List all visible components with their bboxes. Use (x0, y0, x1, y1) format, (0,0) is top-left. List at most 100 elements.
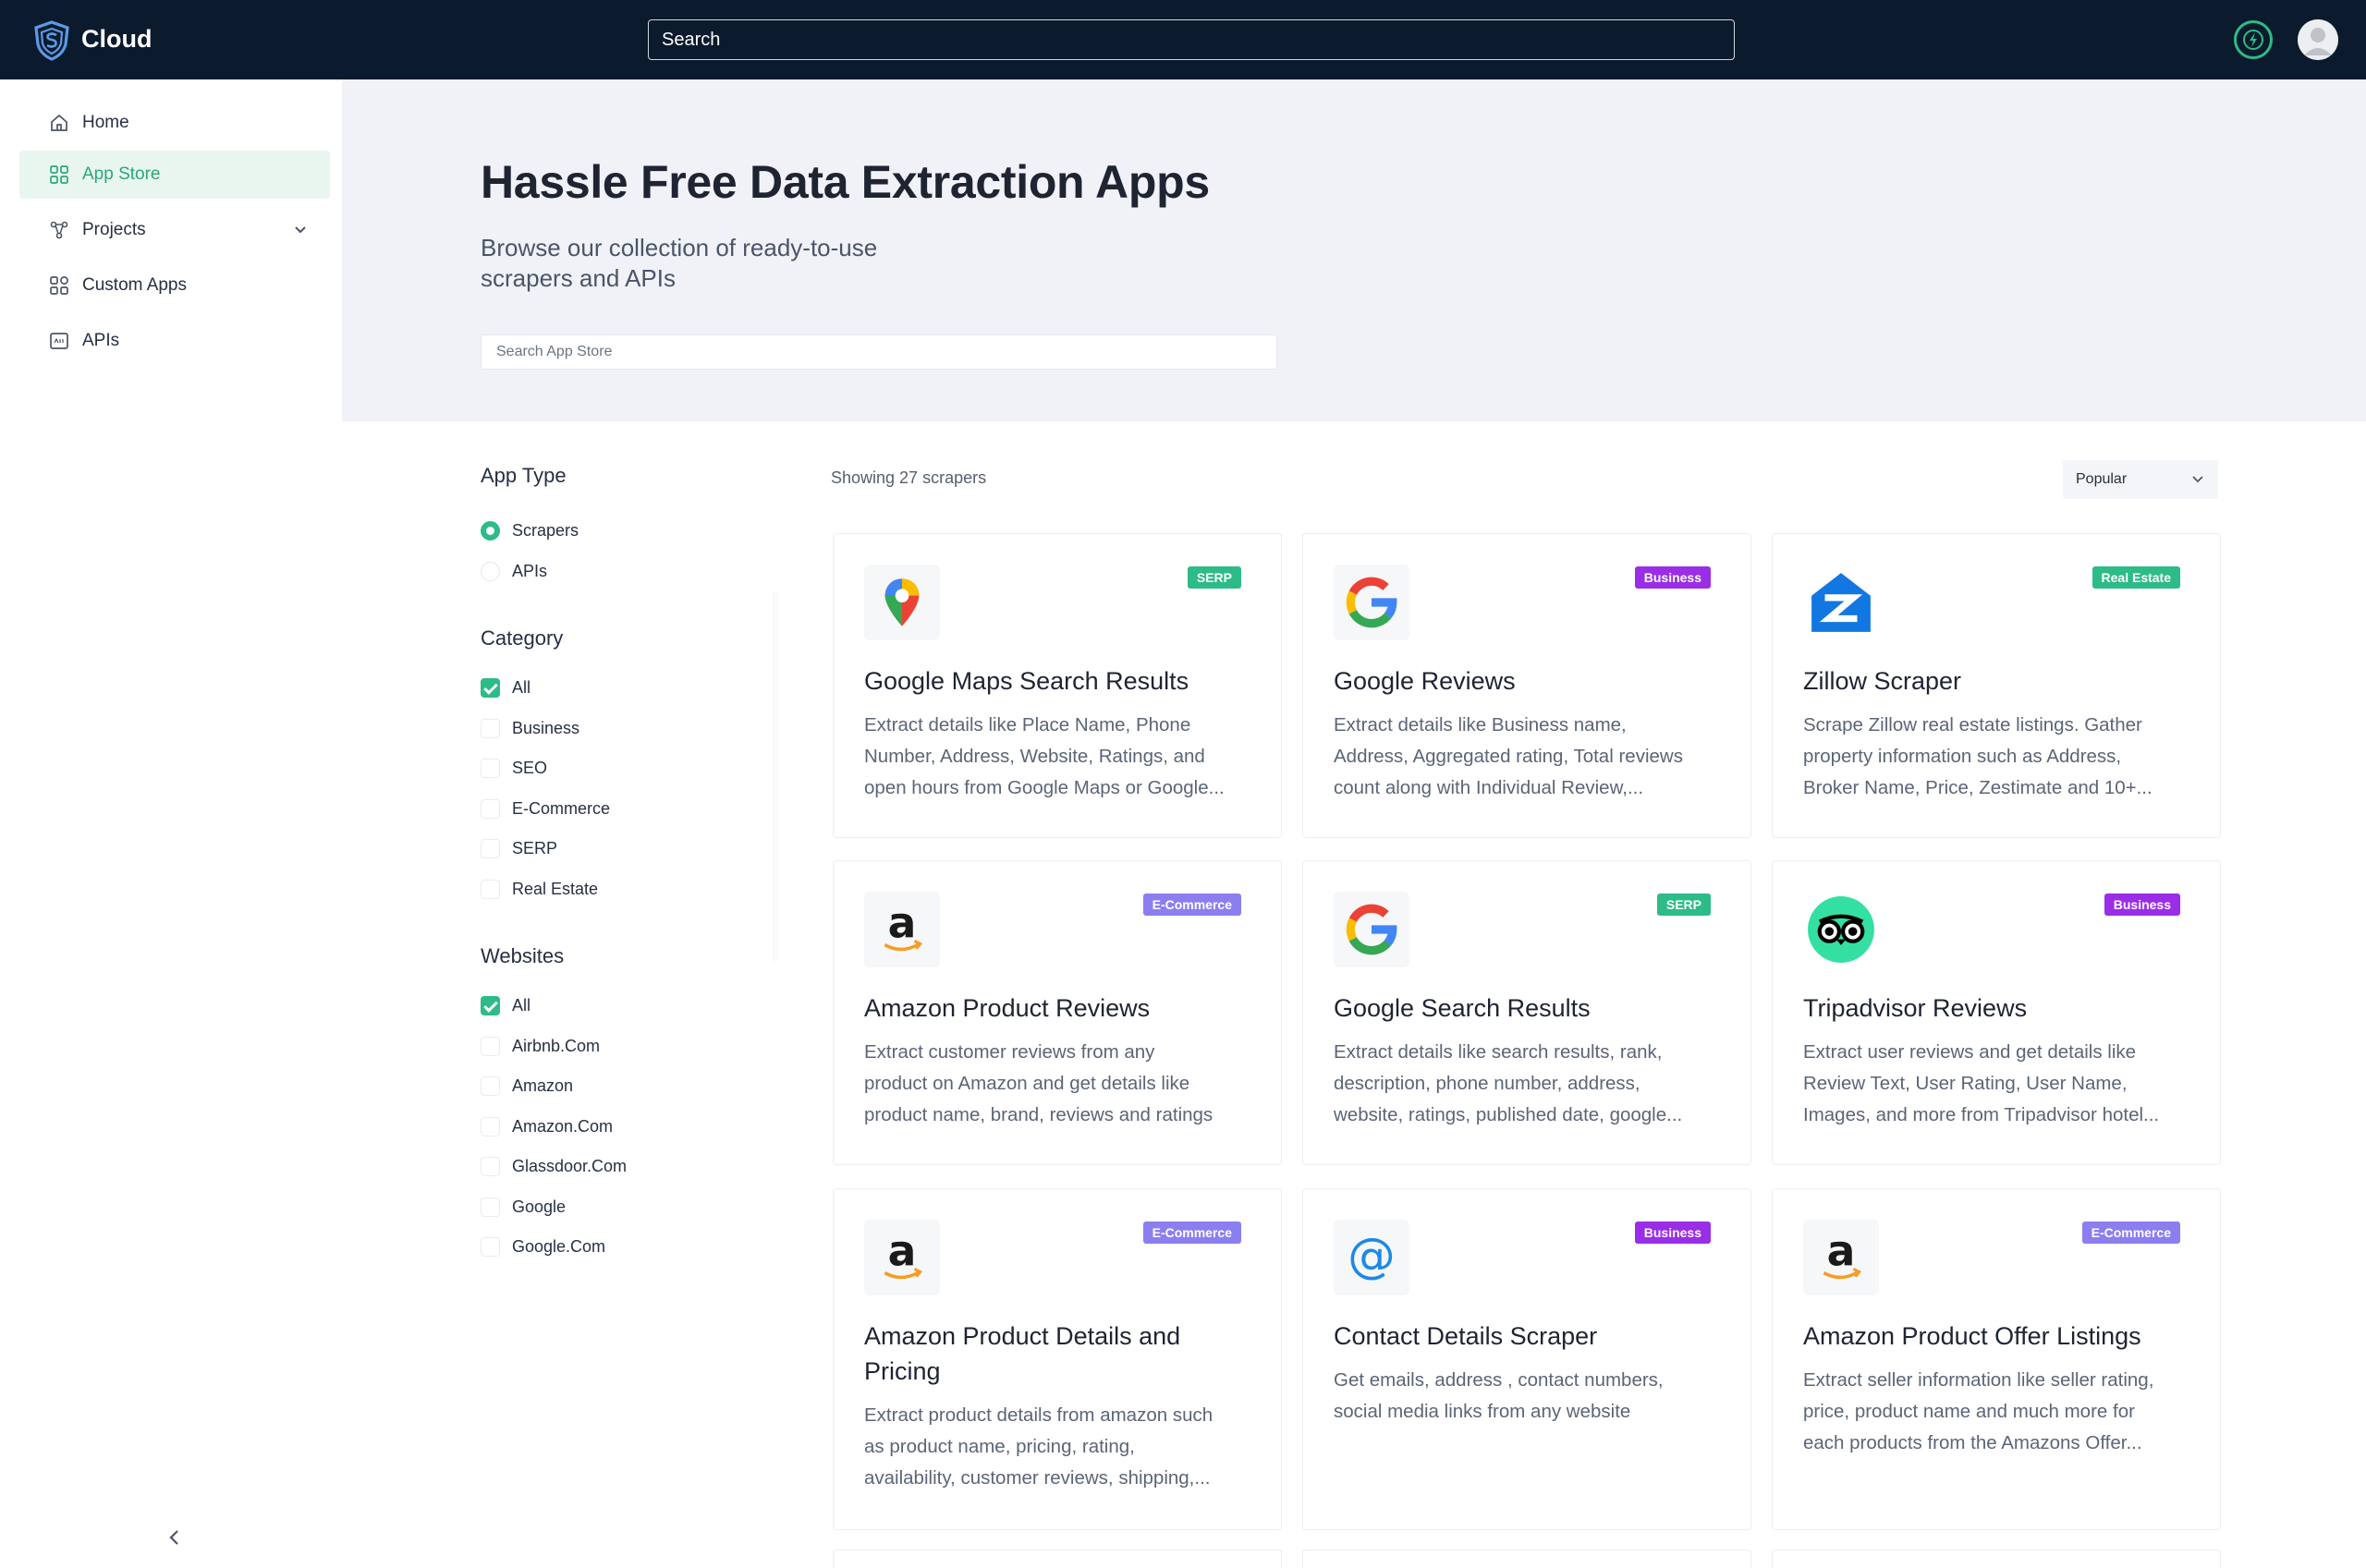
shield-logo-icon[interactable] (33, 20, 70, 61)
option-label: Amazon (512, 1076, 574, 1095)
credits-bolt-button[interactable] (2234, 20, 2273, 59)
results-count: Showing 27 scrapers (831, 468, 987, 487)
checkbox-category-business[interactable]: Business (481, 717, 579, 739)
checkbox[interactable] (481, 838, 500, 858)
app-card-google-reviews[interactable]: Business Google Reviews Extract details … (1302, 533, 1751, 838)
sidebar-item-home[interactable]: Home (19, 99, 330, 147)
app-card-description: Scrape Zillow real estate listings. Gath… (1803, 710, 2191, 804)
at-sign-icon: @ (1348, 1229, 1396, 1284)
app-card-amazon-product-details-and-pricing[interactable]: a E-Commerce Amazon Product Details and … (833, 1188, 1282, 1530)
category-badge: E-Commerce (1142, 893, 1241, 916)
user-avatar[interactable] (2298, 19, 2338, 60)
description-line: Address, Aggregated rating, Total review… (1334, 746, 1683, 767)
checkbox[interactable] (481, 1116, 500, 1136)
checkbox[interactable] (481, 1156, 500, 1176)
radio-option-scrapers[interactable]: Scrapers (481, 519, 579, 541)
description-line: Extract details like Business name, (1334, 714, 1627, 735)
description-line: Number, Address, Website, Ratings, and (864, 746, 1205, 767)
checkbox[interactable] (481, 677, 500, 698)
app-store-search-input[interactable] (481, 334, 1277, 370)
app-card-amazon-product-reviews[interactable]: a E-Commerce Amazon Product Reviews Extr… (833, 860, 1282, 1165)
home-icon (51, 114, 67, 131)
google-g-icon (1346, 904, 1397, 955)
option-label: Google.Com (512, 1236, 606, 1256)
checkbox[interactable] (481, 1197, 500, 1217)
checkbox-category-ecommerce[interactable]: E-Commerce (481, 797, 610, 820)
nodes-icon (50, 221, 68, 239)
description-line: product name, brand, reviews and ratings (864, 1104, 1213, 1125)
checkbox-category-seo[interactable]: SEO (481, 757, 547, 779)
filter-heading-category: Category (481, 626, 564, 650)
app-icon-box (1334, 565, 1409, 640)
category-badge: Business (1634, 566, 1711, 589)
chevron-down-icon[interactable] (291, 221, 310, 239)
checkbox[interactable] (481, 995, 500, 1015)
app-card-description: Extract details like search results, ran… (1334, 1037, 1722, 1131)
checkbox-website-all[interactable]: All (481, 994, 531, 1016)
description-line: website, ratings, published date, google… (1334, 1104, 1683, 1125)
option-label: Scrapers (512, 520, 579, 540)
description-line: each products from the Amazons Offer... (1803, 1432, 2142, 1453)
checkbox-category-real-estate[interactable]: Real Estate (481, 878, 598, 900)
checkbox[interactable] (481, 1076, 500, 1096)
bolt-icon (2243, 30, 2263, 50)
app-card-amazon-product-offer-listings[interactable]: a E-Commerce Amazon Product Offer Listin… (1772, 1188, 2221, 1530)
option-label: Google (512, 1197, 567, 1216)
app-card-title: Amazon Product Offer Listings (1803, 1322, 2141, 1350)
collapse-sidebar-chevron-left-icon[interactable] (158, 1521, 191, 1554)
sidebar-item-app-store[interactable]: App Store (19, 151, 330, 199)
app-card-google-maps-search-results[interactable]: SERP Google Maps Search Results Extract … (833, 533, 1282, 838)
app-card-zillow-scraper[interactable]: Real Estate Zillow Scraper Scrape Zillow… (1772, 533, 2221, 838)
description-line: Extract details like search results, ran… (1334, 1041, 1663, 1063)
amazon-icon: a (884, 901, 923, 952)
app-card-description: Extract product details from amazon such… (864, 1400, 1252, 1494)
app-card-contact-details-scraper[interactable]: @ Business Contact Details Scraper Get e… (1302, 1188, 1751, 1530)
checkbox[interactable] (481, 718, 500, 738)
sidebar-item-custom-apps[interactable]: Custom Apps (19, 261, 330, 310)
filter-heading-websites: Websites (481, 944, 565, 967)
radio-button[interactable] (481, 561, 500, 581)
description-line: Images, and more from Tripadvisor hotel.… (1803, 1104, 2160, 1125)
app-card-partial[interactable] (1772, 1550, 2221, 1568)
description-line: as product name, pricing, rating, (864, 1436, 1135, 1457)
description-line: Review Text, User Rating, User Name, (1803, 1073, 2128, 1094)
checkbox-website-amazon-com[interactable]: Amazon.Com (481, 1115, 613, 1137)
app-icon-box: a (864, 892, 940, 967)
description-line: Broker Name, Price, Zestimate and 10+... (1803, 777, 2153, 798)
checkbox-website-glassdoor[interactable]: Glassdoor.Com (481, 1155, 627, 1177)
title-line: Pricing (864, 1357, 941, 1385)
description-line: Extract customer reviews from any (864, 1041, 1155, 1063)
checkbox-website-airbnb[interactable]: Airbnb.Com (481, 1035, 600, 1057)
option-label: E-Commerce (512, 798, 611, 818)
checkbox-website-amazon[interactable]: Amazon (481, 1075, 573, 1097)
sidebar-item-projects[interactable]: Projects (19, 206, 330, 254)
category-badge: SERP (1187, 566, 1241, 589)
checkbox-website-google-com[interactable]: Google.Com (481, 1235, 605, 1258)
checkbox[interactable] (481, 758, 500, 778)
top-bar: Cloud (0, 0, 2366, 79)
app-card-description: Extract seller information like seller r… (1803, 1365, 2191, 1459)
global-search-input[interactable] (648, 19, 1735, 60)
title-line: Amazon Product Details and (864, 1322, 1181, 1350)
checkbox-category-serp[interactable]: SERP (481, 837, 557, 859)
sidebar-item-apis[interactable]: APIs (19, 317, 330, 365)
app-card-partial[interactable] (1302, 1550, 1751, 1568)
checkbox[interactable] (481, 1236, 500, 1257)
radio-button[interactable] (481, 520, 500, 541)
brand-name[interactable]: Cloud (81, 25, 152, 54)
checkbox[interactable] (481, 798, 500, 819)
app-card-tripadvisor-reviews[interactable]: Business Tripadvisor Reviews Extract use… (1772, 860, 2221, 1165)
option-label: Real Estate (512, 879, 599, 898)
app-card-description: Extract details like Business name, Addr… (1334, 710, 1722, 804)
app-card-google-search-results[interactable]: SERP Google Search Results Extract detai… (1302, 860, 1751, 1165)
checkbox[interactable] (481, 1036, 500, 1056)
checkbox-category-all[interactable]: All (481, 676, 531, 699)
app-icon-box: a (1803, 1220, 1879, 1295)
checkbox-website-google[interactable]: Google (481, 1196, 566, 1218)
radio-option-apis[interactable]: APIs (481, 560, 547, 582)
description-line: Extract seller information like seller r… (1803, 1369, 2154, 1391)
checkbox[interactable] (481, 879, 500, 899)
app-card-partial[interactable] (833, 1550, 1282, 1568)
sort-select[interactable]: Popular (2063, 460, 2218, 499)
app-card-title: Amazon Product Details and Pricing (864, 1319, 1252, 1389)
